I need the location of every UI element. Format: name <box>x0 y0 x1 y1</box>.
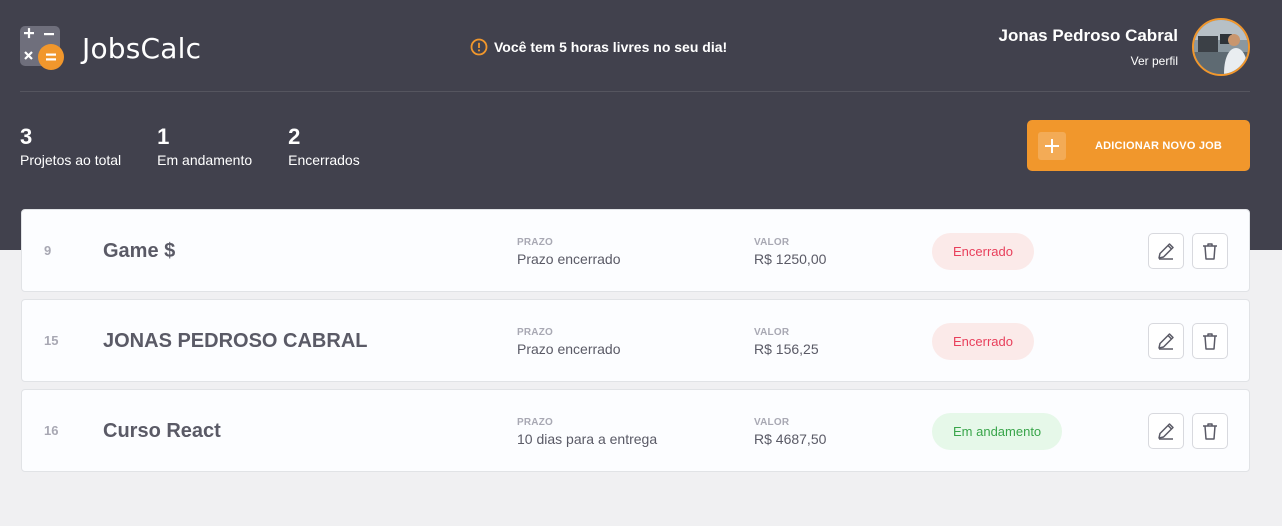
stat-total: 3 Projetos ao total <box>20 124 122 169</box>
job-id: 15 <box>44 333 59 348</box>
avatar-photo <box>1194 20 1248 74</box>
deadline-caption: PRAZO <box>517 237 553 248</box>
delete-job-button[interactable] <box>1192 323 1228 359</box>
job-value: VALOR R$ 156,25 <box>754 327 819 357</box>
job-name: Curso React <box>103 420 221 442</box>
app-logo[interactable]: JobsCalc <box>20 26 201 70</box>
jobs-list: 9 Game $ PRAZO Prazo encerrado VALOR R$ … <box>21 209 1250 479</box>
app-title: JobsCalc <box>82 31 202 65</box>
edit-job-button[interactable] <box>1148 233 1184 269</box>
value-amount: R$ 1250,00 <box>754 251 827 267</box>
trash-icon <box>1203 243 1217 260</box>
job-name: JONAS PEDROSO CABRAL <box>103 330 368 352</box>
add-new-job-button[interactable]: ADICIONAR NOVO JOB <box>1027 120 1250 171</box>
status-badge: Encerrado <box>932 233 1034 270</box>
trash-icon <box>1203 333 1217 350</box>
stat-value: 1 <box>157 124 170 149</box>
view-profile-link[interactable]: Ver perfil <box>998 54 1178 68</box>
job-name: Game $ <box>103 240 176 262</box>
deadline-value: 10 dias para a entrega <box>517 431 658 447</box>
value-amount: R$ 156,25 <box>754 341 819 357</box>
job-id: 16 <box>44 423 59 438</box>
delete-job-button[interactable] <box>1192 413 1228 449</box>
job-actions <box>1140 323 1228 359</box>
job-deadline: PRAZO Prazo encerrado <box>517 237 621 267</box>
stat-label: Em andamento <box>157 152 253 168</box>
job-actions <box>1140 413 1228 449</box>
alert-circle-icon <box>470 38 488 56</box>
avatar[interactable] <box>1192 18 1250 76</box>
edit-pencil-icon <box>1158 243 1174 260</box>
job-card: 15 JONAS PEDROSO CABRAL PRAZO Prazo ence… <box>21 299 1250 382</box>
job-card: 16 Curso React PRAZO 10 dias para a entr… <box>21 389 1250 472</box>
free-hours-notice: Você tem 5 horas livres no seu dia! <box>470 38 727 56</box>
stat-value: 3 <box>20 124 33 149</box>
value-amount: R$ 4687,50 <box>754 431 827 447</box>
profile-name: Jonas Pedroso Cabral <box>998 26 1178 45</box>
user-profile[interactable]: Jonas Pedroso Cabral Ver perfil <box>998 18 1250 76</box>
job-value: VALOR R$ 4687,50 <box>754 417 826 447</box>
stat-value: 2 <box>288 124 301 149</box>
add-new-job-label: ADICIONAR NOVO JOB <box>1095 139 1223 152</box>
stat-in-progress: 1 Em andamento <box>157 124 253 169</box>
value-caption: VALOR <box>754 417 790 428</box>
stat-label: Encerrados <box>288 152 360 168</box>
edit-pencil-icon <box>1158 333 1174 350</box>
deadline-caption: PRAZO <box>517 327 553 338</box>
trash-icon <box>1203 423 1217 440</box>
deadline-value: Prazo encerrado <box>517 341 621 357</box>
edit-job-button[interactable] <box>1148 413 1184 449</box>
deadline-value: Prazo encerrado <box>517 251 621 267</box>
edit-job-button[interactable] <box>1148 323 1184 359</box>
job-actions <box>1140 233 1228 269</box>
status-badge: Encerrado <box>932 323 1034 360</box>
status-badge: Em andamento <box>932 413 1063 450</box>
job-value: VALOR R$ 1250,00 <box>754 237 826 267</box>
deadline-caption: PRAZO <box>517 417 553 428</box>
app-header: JobsCalc Você tem 5 horas livres no seu … <box>20 18 1250 92</box>
value-caption: VALOR <box>754 327 790 338</box>
job-deadline: PRAZO Prazo encerrado <box>517 327 621 357</box>
job-id: 9 <box>44 243 52 258</box>
notice-text: Você tem 5 horas livres no seu dia! <box>494 39 728 55</box>
plus-icon <box>1038 131 1066 160</box>
edit-pencil-icon <box>1158 423 1174 440</box>
projects-summary: 3 Projetos ao total 1 Em andamento 2 Enc… <box>20 124 396 169</box>
stat-label: Projetos ao total <box>20 152 122 168</box>
calculator-icon <box>20 26 64 70</box>
value-caption: VALOR <box>754 237 790 248</box>
delete-job-button[interactable] <box>1192 233 1228 269</box>
stat-closed: 2 Encerrados <box>288 124 360 169</box>
job-deadline: PRAZO 10 dias para a entrega <box>517 417 657 447</box>
job-card: 9 Game $ PRAZO Prazo encerrado VALOR R$ … <box>21 209 1250 292</box>
